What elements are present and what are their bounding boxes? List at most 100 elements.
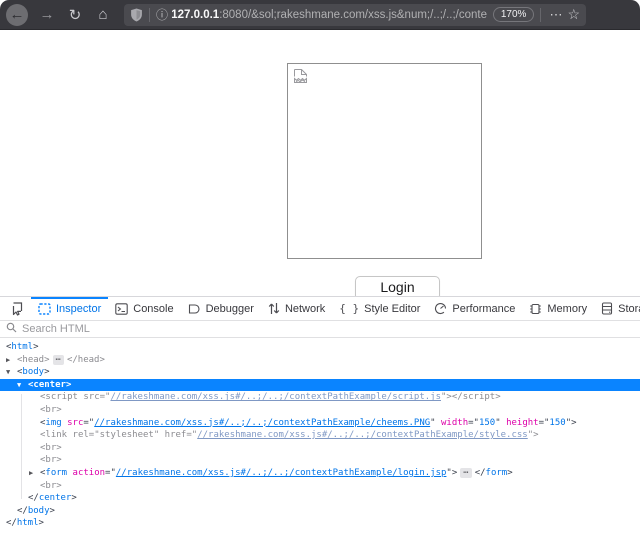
broken-image-icon: [292, 68, 309, 90]
expand-arrow-icon[interactable]: ▶: [29, 467, 40, 480]
code-segment: ">: [446, 468, 457, 478]
code-segment: </: [475, 468, 486, 478]
tree-row[interactable]: </html>: [0, 517, 640, 530]
browser-toolbar: ← → ↻ ⌂ ⓘ 127.0.0.1:8080/&sol;rakeshmane…: [0, 0, 640, 30]
devtools-panel: Inspector Console Debugger Network { }: [0, 296, 640, 557]
shield-icon[interactable]: [130, 8, 143, 22]
tree-row[interactable]: <link rel="stylesheet" href="//rakeshman…: [0, 429, 640, 442]
code-segment: form: [486, 468, 508, 478]
code-segment: >: [44, 355, 49, 365]
tree-row[interactable]: <script src="//rakeshmane.com/xss.js#/..…: [0, 391, 640, 404]
tree-row[interactable]: ▼<body>: [0, 366, 640, 379]
page-actions-icon[interactable]: ⋯: [549, 7, 563, 23]
code-segment: >: [56, 443, 61, 453]
site-info-icon[interactable]: ⓘ: [156, 6, 168, 23]
code-segment: "></: [441, 392, 463, 402]
code-segment: action: [73, 468, 106, 478]
code-segment: href: [165, 430, 187, 440]
code-segment: body: [22, 367, 44, 377]
code-segment: form: [45, 468, 67, 478]
code-segment: >: [33, 342, 38, 352]
tree-row[interactable]: <br>: [0, 480, 640, 493]
code-segment: height: [506, 418, 539, 428]
url-bar[interactable]: ⓘ 127.0.0.1:8080/&sol;rakeshmane.com/xss…: [124, 4, 586, 26]
code-segment: >: [66, 380, 71, 390]
search-icon: [6, 320, 17, 338]
attribute-link[interactable]: //rakeshmane.com/xss.js#/..;/..;/context…: [94, 418, 430, 428]
home-button[interactable]: ⌂: [94, 6, 112, 23]
tree-row[interactable]: <img src="//rakeshmane.com/xss.js#/..;/.…: [0, 417, 640, 430]
tab-console[interactable]: Console: [108, 297, 180, 320]
code-segment: =": [100, 392, 111, 402]
indent-guide: [21, 394, 22, 499]
broken-image-placeholder: [287, 63, 482, 259]
search-html-input[interactable]: Search HTML: [0, 321, 640, 338]
code-segment: src: [67, 418, 83, 428]
code-segment: ">: [566, 418, 577, 428]
search-placeholder: Search HTML: [22, 323, 90, 335]
url-text[interactable]: 127.0.0.1:8080/&sol;rakeshmane.com/xss.j…: [168, 9, 489, 21]
page-viewport: Login: [0, 30, 640, 296]
attribute-link[interactable]: //rakeshmane.com/xss.js#/..;/..;/context…: [197, 430, 528, 440]
tab-network[interactable]: Network: [261, 297, 332, 320]
forward-button[interactable]: →: [38, 6, 56, 23]
login-button[interactable]: Login: [355, 276, 440, 296]
expand-arrow-icon[interactable]: ▶: [6, 354, 17, 367]
tree-row[interactable]: ▶<form action="//rakeshmane.com/xss.js#/…: [0, 467, 640, 480]
code-segment: ">: [528, 430, 539, 440]
code-segment: >: [507, 468, 512, 478]
tree-row[interactable]: </body>: [0, 505, 640, 518]
code-segment: </: [28, 493, 39, 503]
code-segment: >: [56, 405, 61, 415]
code-segment: script: [45, 392, 78, 402]
reload-button[interactable]: ↻: [66, 6, 84, 24]
code-segment: >: [99, 355, 104, 365]
code-segment: head: [22, 355, 44, 365]
code-segment: br: [45, 481, 56, 491]
code-segment: =": [539, 418, 550, 428]
tab-memory[interactable]: Memory: [522, 297, 594, 320]
urlbar-divider-2: [540, 8, 541, 22]
collapse-arrow-icon[interactable]: ▼: [6, 366, 17, 379]
code-segment: 150: [549, 418, 565, 428]
tab-storage[interactable]: Storage: [594, 297, 640, 320]
urlbar-divider: [149, 8, 150, 22]
code-segment: 150: [479, 418, 495, 428]
collapse-arrow-icon[interactable]: ▼: [17, 379, 28, 392]
tree-row[interactable]: </center>: [0, 492, 640, 505]
tab-style-editor[interactable]: { } Style Editor: [332, 297, 427, 320]
code-segment: =": [105, 468, 116, 478]
url-path: :8080/&sol;rakeshmane.com/xss.js&num;/..…: [219, 9, 487, 21]
code-segment: ": [430, 418, 441, 428]
tree-row[interactable]: <br>: [0, 454, 640, 467]
tree-row[interactable]: ▼<center>: [0, 379, 640, 392]
code-segment: </: [6, 518, 17, 528]
code-segment: >: [56, 455, 61, 465]
tab-debugger[interactable]: Debugger: [181, 297, 261, 320]
code-segment: head: [78, 355, 100, 365]
tree-row[interactable]: <html>: [0, 341, 640, 354]
ellipsis-badge: ⋯: [460, 468, 471, 478]
tab-inspector[interactable]: Inspector: [31, 297, 108, 320]
zoom-level-badge[interactable]: 170%: [493, 7, 535, 22]
tab-performance[interactable]: Performance: [427, 297, 522, 320]
code-segment: center: [39, 493, 72, 503]
back-button[interactable]: ←: [6, 4, 28, 26]
code-segment: </: [67, 355, 78, 365]
tree-row[interactable]: <br>: [0, 404, 640, 417]
code-segment: >: [44, 367, 49, 377]
attribute-link[interactable]: //rakeshmane.com/xss.js#/..;/..;/context…: [116, 468, 447, 478]
code-segment: =": [186, 430, 197, 440]
code-segment: stylesheet: [100, 430, 154, 440]
code-segment: width: [441, 418, 468, 428]
braces-icon: { }: [339, 302, 359, 315]
tree-row[interactable]: <br>: [0, 442, 640, 455]
code-segment: script: [463, 392, 496, 402]
attribute-link[interactable]: //rakeshmane.com/xss.js#/..;/..;/context…: [110, 392, 441, 402]
node-picker-icon[interactable]: [0, 297, 31, 320]
code-segment: link: [45, 430, 67, 440]
code-segment: rel: [73, 430, 89, 440]
code-segment: src: [83, 392, 99, 402]
bookmark-star-icon[interactable]: ☆: [567, 6, 580, 23]
tree-row[interactable]: ▶<head>⋯</head>: [0, 354, 640, 367]
